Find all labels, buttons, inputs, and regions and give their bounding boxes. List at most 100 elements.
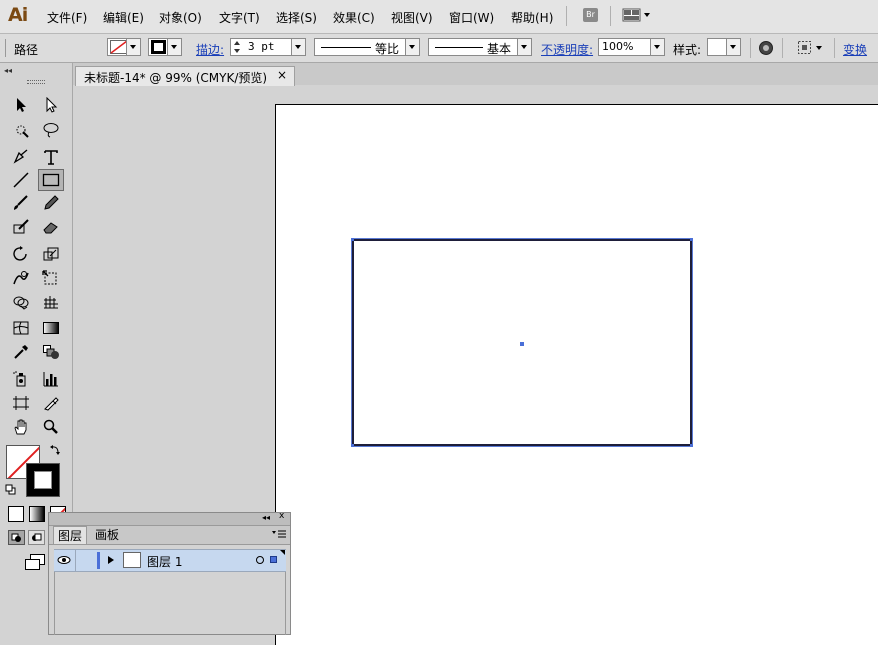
pen-tool[interactable] [10,147,32,167]
slice-tool[interactable] [40,393,62,413]
chevron-down-icon [291,39,305,55]
swap-fill-stroke-icon[interactable] [49,444,61,456]
center-point[interactable] [520,342,524,346]
pencil-icon [44,195,59,210]
layer-color-bar [97,552,100,569]
layer-name[interactable]: 图层 1 [147,553,182,570]
profile-value: 等比 [375,42,400,56]
menu-effect[interactable]: 效果(C) [333,9,375,26]
workspace-grid-icon [622,8,650,22]
expand-triangle-icon[interactable] [107,555,115,565]
paintbrush-tool[interactable] [10,193,32,213]
anchor-point[interactable] [351,444,354,447]
style-label: 样式: [673,43,702,57]
gradient-tool[interactable] [40,318,62,338]
anchor-point[interactable] [351,238,354,241]
symbol-sprayer-tool[interactable] [10,369,32,389]
align-options-icon[interactable] [797,40,825,56]
screen-mode-icon[interactable] [24,553,46,571]
stepper-icon[interactable] [232,39,242,55]
chevron-down-icon [650,39,664,55]
workspace-switcher-button[interactable] [622,8,652,22]
lasso-tool[interactable] [40,120,62,140]
menu-edit[interactable]: 编辑(E) [103,9,144,26]
stroke-color-dropdown[interactable] [148,38,182,56]
control-bar: 路径 描边: 3 pt 等比 基本 不透明度: 100% 样式: 变换 [0,34,878,63]
type-t-icon [44,150,58,165]
variable-width-profile-dropdown[interactable]: 等比 [314,38,420,56]
default-colors-icon[interactable] [5,484,17,496]
blob-brush-tool[interactable] [10,217,32,237]
layers-panel-header[interactable]: ◂◂ x [49,511,290,526]
blend-tool[interactable] [40,342,62,362]
eraser-tool[interactable] [40,217,62,237]
menu-type[interactable]: 文字(T) [219,9,260,26]
document-tab[interactable]: 未标题-14* @ 99% (CMYK/预览) × [75,66,295,86]
menu-file[interactable]: 文件(F) [47,9,87,26]
panel-grip-icon[interactable] [27,80,45,84]
artboard-icon [13,396,29,410]
scale-tool[interactable] [40,244,62,264]
draw-normal-button[interactable] [8,530,25,545]
mesh-tool[interactable] [10,318,32,338]
fill-color-dropdown[interactable] [107,38,141,56]
layer-thumbnail [123,552,141,568]
opacity-field[interactable]: 100% [598,38,665,56]
pen-nib-icon [13,149,28,164]
graphic-style-dropdown[interactable] [707,38,741,56]
stroke-swatch[interactable] [26,463,60,497]
transform-link[interactable]: 变换 [843,41,867,58]
stroke-label[interactable]: 描边: [196,41,224,58]
anchor-point[interactable] [690,238,693,241]
shape-builder-tool[interactable] [10,292,32,312]
close-panel-icon[interactable]: x [279,511,284,521]
rectangle-tool[interactable] [38,169,64,191]
menu-window[interactable]: 窗口(W) [449,9,494,26]
tab-layers[interactable]: 图层 [53,526,88,544]
eye-visibility-icon[interactable] [57,555,71,565]
zoom-tool[interactable] [40,417,62,437]
chevron-down-icon [167,39,181,55]
warp-tool[interactable] [10,268,32,288]
magic-wand-tool[interactable] [10,120,32,140]
artboard-tool[interactable] [10,393,32,413]
eyedropper-tool[interactable] [10,342,32,362]
warp-icon [13,271,29,285]
direct-selection-tool[interactable] [40,95,62,115]
color-mode-button[interactable] [8,506,24,522]
type-tool[interactable] [40,147,62,167]
anchor-point[interactable] [690,444,693,447]
column-graph-tool[interactable] [40,369,62,389]
mesh-icon [13,321,29,335]
gradient-mode-button[interactable] [29,506,45,522]
layer-row[interactable]: 图层 1 [54,549,286,572]
collapse-panel-icon[interactable]: ◂◂ [4,66,12,75]
opacity-label[interactable]: 不透明度: [541,41,593,58]
pencil-tool[interactable] [40,193,62,213]
panel-menu-icon[interactable] [272,530,286,540]
draw-behind-icon [32,533,42,541]
rotate-tool[interactable] [10,244,32,264]
target-circle-icon[interactable] [255,555,265,565]
menu-select[interactable]: 选择(S) [276,9,317,26]
menu-view[interactable]: 视图(V) [391,9,433,26]
selection-indicator-icon[interactable] [270,556,277,563]
recolor-artwork-icon[interactable] [758,40,774,56]
line-segment-tool[interactable] [10,170,32,190]
brush-definition-dropdown[interactable]: 基本 [428,38,532,56]
menu-object[interactable]: 对象(O) [159,9,202,26]
free-transform-tool[interactable] [40,268,62,288]
stroke-weight-field[interactable]: 3 pt [230,38,306,56]
close-icon[interactable]: × [277,68,287,82]
selection-tool[interactable] [10,95,32,115]
draw-behind-button[interactable] [28,530,45,545]
brush-value: 基本 [487,42,512,56]
perspective-grid-tool[interactable] [40,292,62,312]
hand-tool[interactable] [10,417,32,437]
eraser-icon [43,222,58,234]
collapse-panel-icon[interactable]: ◂◂ [262,513,270,522]
bridge-button[interactable]: Br [583,8,598,22]
menu-help[interactable]: 帮助(H) [511,9,553,26]
blob-brush-icon [13,219,29,234]
tab-artboards[interactable]: 画板 [91,526,123,544]
